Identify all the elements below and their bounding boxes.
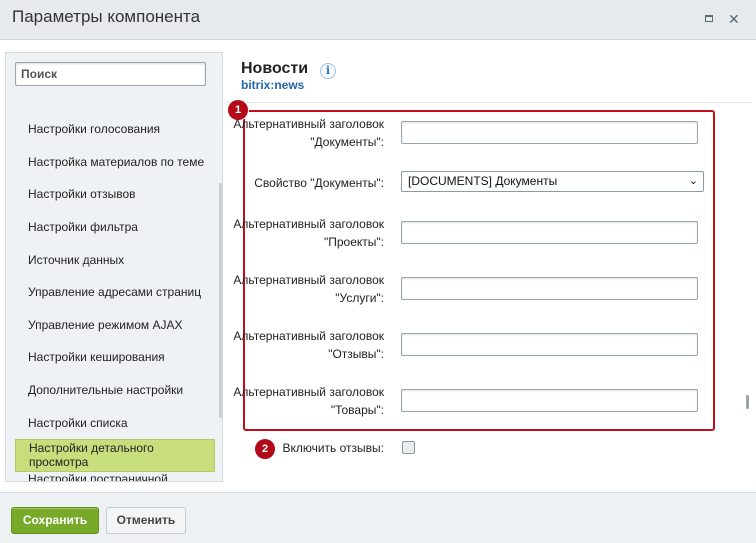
search-input[interactable] (15, 62, 206, 86)
maximize-icon[interactable] (704, 14, 714, 24)
header-divider (226, 102, 751, 103)
dialog-footer: Сохранить Отменить (0, 492, 756, 543)
enable-reviews-checkbox[interactable] (402, 441, 415, 454)
label-documents-title: Альтернативный заголовок "Документы": (233, 117, 384, 149)
sidebar-item-reviews[interactable]: Настройки отзывов (15, 178, 215, 211)
documents-title-input[interactable] (401, 121, 698, 144)
sidebar-nav: Настройки голосования Настройка материал… (15, 113, 215, 481)
component-code: bitrix:news (241, 78, 305, 92)
sidebar-item-detail-view[interactable]: Настройки детального просмотра (15, 438, 215, 472)
sidebar-item-related-materials[interactable]: Настройка материалов по теме (15, 146, 215, 179)
cancel-button[interactable]: Отменить (106, 507, 186, 534)
label-projects-title: Альтернативный заголовок "Проекты": (233, 217, 384, 249)
sidebar-item-list-settings[interactable]: Настройки списка (15, 406, 215, 439)
label-enable-reviews: Включить отзывы: (282, 441, 384, 455)
label-documents-property: Свойство "Документы": (254, 176, 384, 190)
label-services-title: Альтернативный заголовок "Услуги": (233, 273, 384, 305)
products-title-input[interactable] (401, 389, 698, 412)
sidebar-item-url-management[interactable]: Управление адресами страниц (15, 276, 215, 309)
projects-title-input[interactable] (401, 221, 698, 244)
dialog-content: Настройки голосования Настройка материал… (0, 40, 756, 492)
close-icon[interactable]: ✕ (728, 12, 740, 26)
main-scrollbar[interactable] (746, 395, 749, 409)
info-icon[interactable]: i (320, 63, 336, 79)
sidebar-item-caching[interactable]: Настройки кеширования (15, 341, 215, 374)
documents-property-select[interactable]: [DOCUMENTS] Документы ⌄ (401, 171, 704, 192)
sidebar-item-filter[interactable]: Настройки фильтра (15, 211, 215, 244)
services-title-input[interactable] (401, 277, 698, 300)
settings-main: Новости i bitrix:news 1 Альтернативный з… (226, 40, 756, 492)
reviews-title-input[interactable] (401, 333, 698, 356)
save-button[interactable]: Сохранить (11, 507, 99, 534)
sidebar-item-data-source[interactable]: Источник данных (15, 243, 215, 276)
component-title: Новости (241, 60, 309, 77)
sidebar-item-pagination[interactable]: Настройки постраничной навигации (15, 472, 215, 481)
label-reviews-title: Альтернативный заголовок "Отзывы": (233, 329, 384, 361)
sidebar-item-voting[interactable]: Настройки голосования (15, 113, 215, 146)
settings-sidebar: Настройки голосования Настройка материал… (5, 52, 223, 482)
sidebar-item-ajax-mode[interactable]: Управление режимом AJAX (15, 309, 215, 342)
sidebar-item-additional[interactable]: Дополнительные настройки (15, 374, 215, 407)
documents-property-value: [DOCUMENTS] Документы (408, 174, 558, 188)
sidebar-scrollbar[interactable] (219, 183, 222, 418)
chevron-down-icon: ⌄ (688, 175, 698, 187)
label-products-title: Альтернативный заголовок "Товары": (233, 385, 384, 417)
window-titlebar: Параметры компонента ✕ (0, 0, 756, 40)
window-title: Параметры компонента (12, 7, 201, 26)
